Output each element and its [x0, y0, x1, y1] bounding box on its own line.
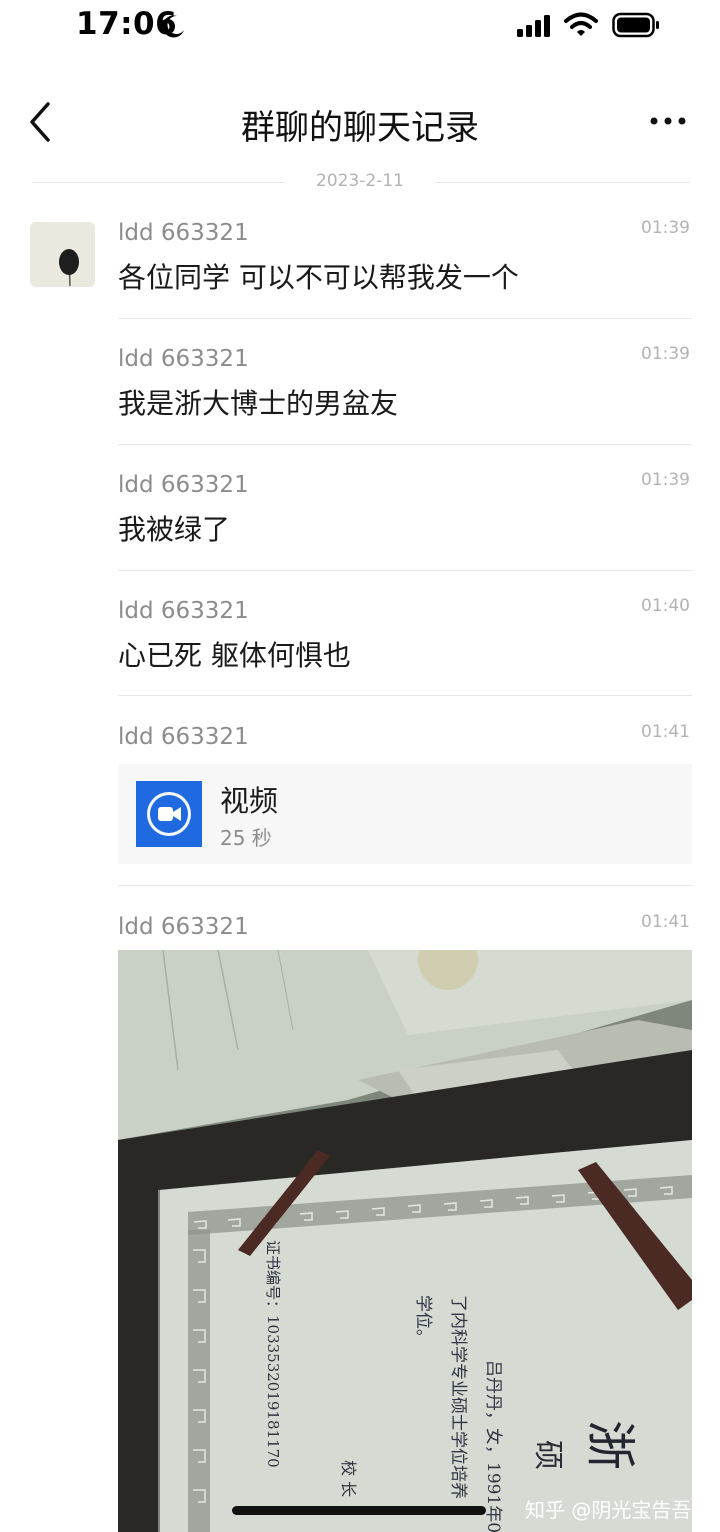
divider [118, 695, 692, 696]
nav-bar: 群聊的聊天记录 [0, 86, 720, 158]
sender-name: ldd 663321 [118, 472, 249, 498]
status-bar: 17:06 [0, 0, 720, 56]
message-text: 心已死 躯体何惧也 [118, 639, 351, 672]
video-camera-icon [136, 781, 202, 847]
divider-left [32, 182, 284, 183]
divider [118, 885, 692, 886]
sender-name: ldd 663321 [118, 724, 249, 750]
message-time: 01:39 [641, 470, 690, 490]
sender-name: ldd 663321 [118, 914, 249, 940]
divider [118, 318, 692, 319]
video-title: 视频 [220, 784, 279, 818]
message-text: 我是浙大博士的男盆友 [118, 387, 399, 420]
watermark: 知乎 @阴光宝告吾 [525, 1498, 692, 1522]
battery-icon [612, 12, 659, 38]
home-indicator[interactable] [232, 1506, 486, 1515]
divider-right [436, 182, 690, 183]
certificate-big-char: 硕 [530, 1440, 565, 1470]
sender-name: ldd 663321 [118, 346, 249, 372]
message-time: 01:39 [641, 344, 690, 364]
moon-icon [162, 15, 184, 38]
sender-name: ldd 663321 [118, 598, 249, 624]
certificate-school-char: 浙 [581, 1420, 639, 1470]
page-title: 群聊的聊天记录 [241, 108, 479, 148]
certificate-serial: 证书编号：10335320191811​70 [264, 1240, 282, 1468]
message-time: 01:41 [641, 912, 690, 932]
video-thumbnail [136, 781, 202, 847]
divider [118, 444, 692, 445]
avatar-image [30, 222, 95, 287]
sender-name: ldd 663321 [118, 220, 249, 246]
message-time: 01:40 [641, 596, 690, 616]
photo-attachment[interactable]: 证书编号：10335320191811​70 吕丹丹，女，1991年0 了内科学… [118, 950, 692, 1532]
certificate-name-line: 吕丹丹，女，1991年0 [483, 1360, 503, 1532]
more-options-icon[interactable] [644, 106, 692, 136]
avatar[interactable] [30, 222, 95, 287]
certificate-president: 校 长 [339, 1460, 358, 1497]
certificate-degree-line: 学位。 [413, 1295, 433, 1346]
certificate-major-line: 了内科学专业硕士学位培养 [448, 1295, 468, 1499]
video-duration: 25 秒 [220, 826, 272, 850]
wifi-icon [564, 12, 598, 36]
message-time: 01:39 [641, 218, 690, 238]
certificate-photo: 证书编号：10335320191811​70 吕丹丹，女，1991年0 了内科学… [118, 950, 692, 1532]
signal-icon [517, 15, 550, 37]
message-text: 我被绿了 [118, 513, 231, 546]
date-divider: 2023-2-11 [316, 171, 404, 191]
video-card[interactable]: 视频 25 秒 [118, 764, 692, 864]
message-text: 各位同学 可以不可以帮我发一个 [118, 261, 519, 294]
divider [118, 570, 692, 571]
message-time: 01:41 [641, 722, 690, 742]
